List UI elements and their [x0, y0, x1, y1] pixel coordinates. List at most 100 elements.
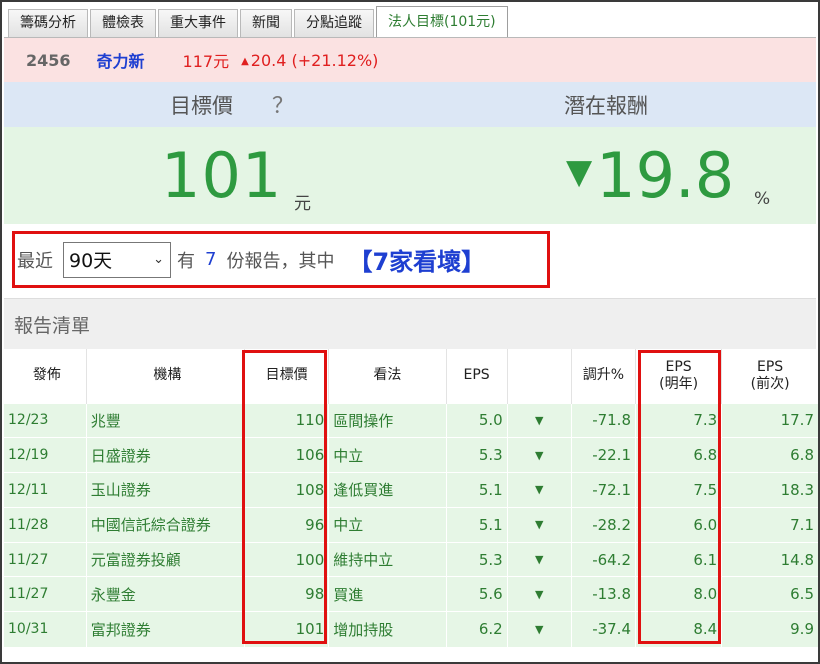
cell-date: 11/27 [4, 541, 87, 577]
table-row[interactable]: 11/27 永豐金 98 買進 5.6 ▼ -13.8 8.0 6.5 [4, 576, 818, 612]
target-price-unit: 元 [294, 194, 311, 214]
cell-org: 元富證券投顧 [85, 541, 245, 577]
cell-view: 增加持股 [328, 611, 447, 647]
table-row[interactable]: 11/27 元富證券投顧 100 維持中立 5.3 ▼ -64.2 6.1 14… [4, 541, 818, 577]
chevron-down-icon: ⌄ [153, 252, 164, 267]
tab-broker-tracking[interactable]: 分點追蹤 [294, 9, 374, 37]
cell-eps: 5.3 [445, 437, 508, 473]
tab-chip-analysis[interactable]: 籌碼分析 [8, 9, 88, 37]
tab-institutional-target[interactable]: 法人目標(101元) [376, 6, 508, 37]
cell-eps-prev: 6.8 [721, 437, 818, 473]
cell-eps-next: 6.1 [634, 541, 722, 577]
cell-date: 11/28 [4, 506, 87, 543]
potential-return-label: 潛在報酬 [564, 94, 648, 118]
tab-major-events[interactable]: 重大事件 [158, 9, 238, 37]
down-arrow-icon: ▼ [506, 506, 572, 543]
col-date[interactable]: 發佈 [4, 349, 87, 403]
cell-change: -72.1 [570, 472, 636, 508]
table-row[interactable]: 12/19 日盛證券 106 中立 5.3 ▼ -22.1 6.8 6.8 [4, 437, 818, 473]
have-label: 有 [177, 250, 195, 272]
down-arrow-icon: ▼ [506, 472, 572, 508]
cell-change: -22.1 [570, 437, 636, 473]
cell-eps-next: 7.3 [634, 402, 722, 438]
period-select[interactable]: 90天 ⌄ [63, 241, 171, 278]
cell-eps: 5.6 [445, 576, 508, 612]
report-count: 7 [205, 249, 217, 270]
cell-view: 中立 [328, 506, 447, 543]
cell-org: 兆豐 [85, 402, 245, 438]
col-eps-prev[interactable]: EPS (前次) [721, 349, 818, 403]
col-change[interactable]: 調升% [570, 349, 636, 403]
cell-eps: 6.2 [445, 611, 508, 647]
cell-eps: 5.1 [445, 472, 508, 508]
cell-org: 日盛證券 [85, 437, 245, 473]
up-triangle-icon: ▲ [241, 55, 249, 67]
stock-info-bar: 2456 奇力新 117元 ▲ 20.4 (+21.12%) [4, 38, 816, 82]
cell-eps-prev: 6.5 [721, 576, 818, 612]
col-view[interactable]: 看法 [328, 349, 447, 403]
col-eps-prev-line2: (前次) [750, 375, 790, 392]
cell-view: 區間操作 [328, 402, 447, 438]
potential-return-unit: % [754, 189, 771, 209]
cell-eps-next: 7.5 [634, 472, 722, 508]
col-eps[interactable]: EPS [445, 349, 508, 403]
cell-target: 108 [244, 472, 329, 508]
tab-news[interactable]: 新聞 [240, 9, 292, 37]
summary-values: 101 元 ▼19.8 % [4, 127, 816, 224]
report-table: 發佈 機構 目標價 看法 EPS 調升% EPS (明年) EPS (前次) 12/… [4, 349, 818, 647]
cell-date: 10/31 [4, 611, 87, 647]
report-filter: 最近 90天 ⌄ 有 7 份報告，其中 【7家看壞】 [12, 231, 550, 288]
stock-price: 117元 [182, 52, 230, 71]
cell-view: 維持中立 [328, 541, 447, 577]
cell-org: 中國信託綜合證券 [85, 506, 245, 543]
cell-view: 中立 [328, 437, 447, 473]
cell-change: -71.8 [570, 402, 636, 438]
cell-eps-prev: 17.7 [721, 402, 818, 438]
report-list-title: 報告清單 [14, 315, 91, 337]
cell-eps: 5.0 [445, 402, 508, 438]
cell-view: 買進 [328, 576, 447, 612]
col-eps-next-line2: (明年) [659, 375, 699, 392]
cell-change: -13.8 [570, 576, 636, 612]
table-row[interactable]: 10/31 富邦證券 101 增加持股 6.2 ▼ -37.4 8.4 9.9 [4, 611, 818, 647]
col-org[interactable]: 機構 [85, 349, 245, 403]
cell-eps-next: 6.0 [634, 506, 722, 543]
cell-view: 逢低買進 [328, 472, 447, 508]
cell-eps-prev: 7.1 [721, 506, 818, 543]
down-arrow-icon: ▼ [506, 402, 572, 438]
table-row[interactable]: 12/23 兆豐 110 區間操作 5.0 ▼ -71.8 7.3 17.7 [4, 402, 818, 438]
col-arrow [506, 349, 572, 403]
table-header-row: 發佈 機構 目標價 看法 EPS 調升% EPS (明年) EPS (前次) [4, 349, 818, 403]
cell-org: 玉山證券 [85, 472, 245, 508]
cell-eps: 5.3 [445, 541, 508, 577]
down-triangle-icon: ▼ [566, 152, 593, 192]
stock-change: ▲ 20.4 (+21.12%) [241, 51, 378, 70]
cell-date: 12/11 [4, 472, 87, 508]
cell-date: 12/19 [4, 437, 87, 473]
cell-eps-next: 6.8 [634, 437, 722, 473]
col-eps-next-line1: EPS [665, 358, 692, 375]
cell-eps-next: 8.0 [634, 576, 722, 612]
cell-change: -37.4 [570, 611, 636, 647]
col-eps-next[interactable]: EPS (明年) [634, 349, 722, 403]
cell-date: 11/27 [4, 576, 87, 612]
col-eps-prev-line1: EPS [757, 358, 784, 375]
table-row[interactable]: 11/28 中國信託綜合證券 96 中立 5.1 ▼ -28.2 6.0 7.1 [4, 506, 818, 543]
col-target[interactable]: 目標價 [244, 349, 329, 403]
down-arrow-icon: ▼ [506, 611, 572, 647]
cell-eps-prev: 18.3 [721, 472, 818, 508]
report-list-header: 報告清單 [4, 298, 816, 349]
recent-label: 最近 [17, 250, 53, 272]
cell-target: 100 [244, 541, 329, 577]
cell-date: 12/23 [4, 402, 87, 438]
target-price-value: 101 [161, 139, 283, 212]
stock-name-link[interactable]: 奇力新 [97, 48, 145, 72]
cell-change: -64.2 [570, 541, 636, 577]
down-arrow-icon: ▼ [506, 437, 572, 473]
cell-eps-prev: 14.8 [721, 541, 818, 577]
outlook-summary: 【7家看壞】 [348, 248, 486, 276]
cell-change: -28.2 [570, 506, 636, 543]
table-row[interactable]: 12/11 玉山證券 108 逢低買進 5.1 ▼ -72.1 7.5 18.3 [4, 472, 818, 508]
tab-health-check[interactable]: 體檢表 [90, 9, 156, 37]
help-icon[interactable]: ？ [272, 88, 294, 120]
